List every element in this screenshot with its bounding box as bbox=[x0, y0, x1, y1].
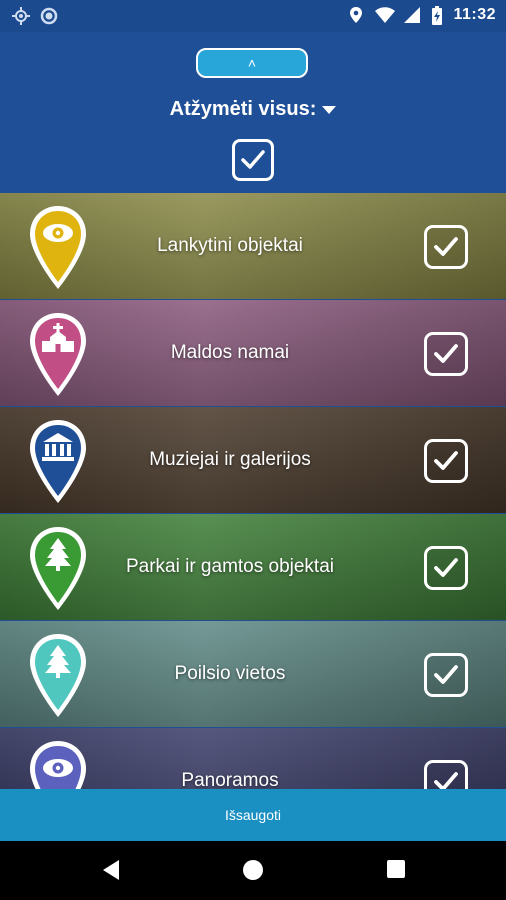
location-crosshair-icon bbox=[12, 7, 30, 25]
category-checkbox[interactable] bbox=[424, 546, 468, 590]
category-row[interactable]: Maldos namai bbox=[0, 300, 506, 406]
category-checkbox[interactable] bbox=[424, 439, 468, 483]
select-all-dropdown[interactable]: Atžymėti visus: bbox=[0, 98, 506, 121]
status-bar: 11:32 bbox=[0, 0, 506, 32]
category-checkbox[interactable] bbox=[424, 332, 468, 376]
category-row[interactable]: Lankytini objektai bbox=[0, 193, 506, 299]
circle-notification-icon bbox=[40, 7, 58, 25]
category-label: Panoramos bbox=[181, 770, 279, 790]
category-checkbox[interactable] bbox=[424, 760, 468, 790]
category-label: Maldos namai bbox=[170, 342, 290, 363]
category-label: Parkai ir gamtos objektai bbox=[125, 556, 335, 577]
signal-icon bbox=[403, 6, 421, 24]
wifi-icon bbox=[375, 6, 396, 24]
category-list: Lankytini objektai Maldos namai Muziejai… bbox=[0, 193, 506, 790]
recents-icon[interactable] bbox=[386, 859, 406, 884]
category-label: Muziejai ir galerijos bbox=[149, 449, 311, 470]
collapse-button[interactable]: ˄ bbox=[196, 48, 308, 78]
select-all-label: Atžymėti visus: bbox=[169, 98, 317, 120]
category-checkbox[interactable] bbox=[424, 225, 468, 269]
home-icon[interactable] bbox=[242, 859, 264, 886]
clock: 11:32 bbox=[453, 6, 496, 23]
battery-charging-icon bbox=[431, 6, 443, 25]
filter-header: ˄ Atžymėti visus: bbox=[0, 32, 506, 193]
back-icon[interactable] bbox=[101, 859, 121, 886]
category-label: Lankytini objektai bbox=[157, 235, 303, 256]
navigation-bar bbox=[0, 841, 506, 900]
category-row[interactable]: Panoramos bbox=[0, 728, 506, 790]
save-button[interactable]: Išsaugoti bbox=[0, 789, 506, 841]
location-pin-icon bbox=[347, 6, 365, 24]
category-label: Poilsio vietos bbox=[174, 663, 286, 684]
category-row[interactable]: Parkai ir gamtos objektai bbox=[0, 514, 506, 620]
category-checkbox[interactable] bbox=[424, 653, 468, 697]
category-row[interactable]: Muziejai ir galerijos bbox=[0, 407, 506, 513]
checkmark-icon bbox=[241, 150, 265, 169]
category-row[interactable]: Poilsio vietos bbox=[0, 621, 506, 727]
select-all-checkbox[interactable] bbox=[232, 139, 274, 181]
caret-down-icon bbox=[322, 105, 337, 114]
